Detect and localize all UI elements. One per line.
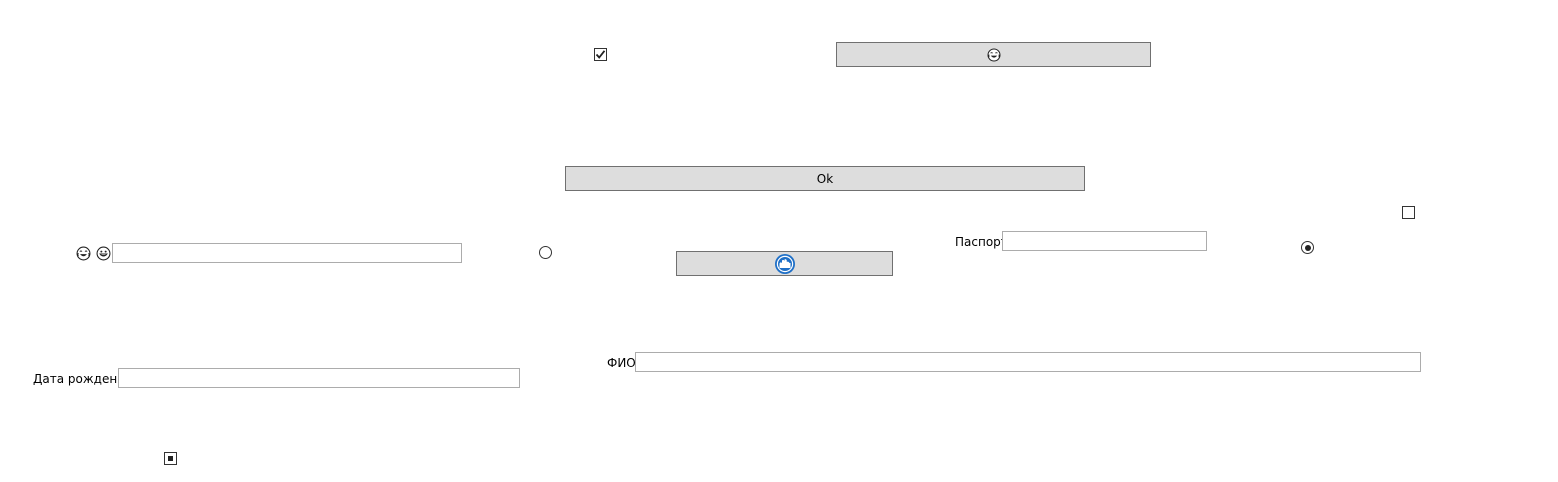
right-checkbox[interactable] bbox=[1402, 206, 1415, 219]
left-radio-button[interactable] bbox=[539, 246, 552, 259]
form-window: Ok Паспорт ФИО Дата рождения bbox=[0, 0, 1558, 482]
logo-button[interactable] bbox=[676, 251, 893, 276]
checkmark-icon bbox=[595, 50, 606, 59]
tears-of-joy-emoji-icon bbox=[987, 48, 1000, 61]
full-name-label: ФИО bbox=[607, 356, 636, 370]
top-checkbox[interactable] bbox=[594, 48, 607, 61]
ok-button[interactable]: Ok bbox=[565, 166, 1085, 191]
passport-field[interactable] bbox=[1002, 231, 1207, 251]
tears-of-joy-emoji-icon bbox=[76, 246, 91, 261]
emoji-text-field[interactable] bbox=[112, 243, 462, 263]
birth-date-field[interactable] bbox=[118, 368, 520, 388]
grinning-emoji-icon bbox=[96, 246, 111, 261]
ok-button-label: Ok bbox=[816, 171, 834, 186]
emoji-button[interactable] bbox=[836, 42, 1151, 67]
right-radio-button[interactable] bbox=[1301, 241, 1314, 254]
radio-selected-dot bbox=[1304, 244, 1311, 251]
indeterminate-mark bbox=[168, 456, 173, 461]
cloud-logo-icon bbox=[774, 253, 795, 274]
passport-label: Паспорт bbox=[955, 235, 1008, 249]
bottom-checkbox[interactable] bbox=[164, 452, 177, 465]
full-name-field[interactable] bbox=[635, 352, 1421, 372]
